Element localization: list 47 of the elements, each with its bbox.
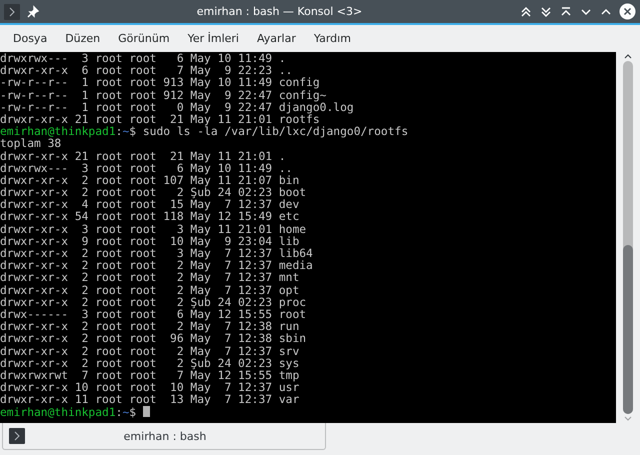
scrollbar-thumb[interactable] — [623, 244, 633, 414]
terminal-icon — [9, 428, 25, 444]
close-icon[interactable] — [619, 3, 636, 20]
terminal-line: drwxr-xr-x 2 root root 2 May 7 12:37 mnt — [0, 272, 300, 285]
terminal-line: -rw-r--r-- 1 root root 912 May 9 22:47 config~ — [0, 90, 328, 102]
terminal-line: drwxr-xr-x 10 root root 10 May 7 12:37 usr — [0, 382, 300, 394]
terminal[interactable] — [0, 52, 616, 423]
menu-item[interactable]: Görünüm — [109, 32, 179, 45]
terminal-line: drwxrwxrwt 7 root root 7 May 12 15:55 tmp — [0, 370, 300, 382]
terminal-line: drwxr-xr-x 54 root root 118 May 12 15:49 etc — [0, 211, 300, 224]
terminal-line: drwxr-xr-x 2 root root 107 May 11 21:07 bin — [0, 174, 300, 187]
window-title: emirhan : bash — Konsol <3> — [196, 5, 364, 18]
pin-icon[interactable] — [26, 4, 40, 18]
prompt-line: emirhan@thinkpad1:~$ sudo ls -la /var/lib/lxc/django0/rootfs — [0, 126, 410, 138]
terminal-line: drwxr-xr-x 3 root root 3 May 11 21:01 home — [0, 224, 308, 236]
terminal-line: drwxrwx--- 3 root root 6 May 10 11:49 .. — [0, 162, 294, 175]
terminal-line: drwxr-xr-x 2 root root 2 May 7 12:37 opt — [0, 284, 300, 297]
menu-item[interactable]: Düzen — [56, 32, 110, 45]
terminal-line: drwxr-xr-x 4 root root 15 May 7 12:37 dev — [0, 199, 300, 212]
terminal-line: drwxr-xr-x 21 root root 21 May 11 21:01 rootfs — [0, 114, 320, 126]
keep-below-icon[interactable] — [539, 4, 553, 18]
terminal-line: drwxr-xr-x 9 root root 10 May 9 23:04 lib — [0, 236, 300, 248]
terminal-line: toplam 38 — [0, 138, 62, 150]
terminal-line: drwxr-xr-x 2 root root 2 May 7 12:37 media — [0, 260, 314, 272]
menu-item[interactable]: Yer İmleri — [178, 32, 248, 45]
terminal-line: -rw-r--r-- 1 root root 0 May 9 22:47 django0.log — [0, 102, 355, 114]
terminal-line: drwxr-xr-x 6 root root 7 May 9 22:23 .. — [0, 65, 292, 78]
terminal-line: drwx------ 3 root root 6 May 12 15:55 root — [0, 308, 308, 321]
prompt-line: emirhan@thinkpad1:~$ — [0, 406, 616, 419]
terminal-line: drwxrwx--- 3 root root 6 May 10 11:49 . — [0, 53, 287, 65]
terminal-line: drwxr-xr-x 2 root root 2 Şub 24 02:23 boot — [0, 187, 308, 200]
terminal-line: drwxr-xr-x 21 root root 21 May 11 21:01 . — [0, 150, 287, 162]
menu-item[interactable]: Yardım — [304, 32, 360, 45]
terminal-line: drwxr-xr-x 2 root root 2 Şub 24 02:23 proc — [0, 296, 308, 309]
keep-above-icon[interactable] — [519, 4, 533, 18]
terminal-line: drwxr-xr-x 2 root root 96 May 7 12:38 sbin — [0, 333, 308, 346]
tab[interactable]: emirhan : bash — [2, 423, 326, 450]
terminal-line: drwxr-xr-x 2 root root 3 May 7 12:37 lib64 — [0, 248, 314, 260]
scroll-up-icon[interactable] — [624, 54, 632, 59]
terminal-line: drwxr-xr-x 2 root root 2 May 7 12:37 srv — [0, 346, 300, 358]
terminal-line: drwxr-xr-x 2 root root 2 Şub 24 02:23 sys — [0, 358, 300, 370]
terminal-line: drwxr-xr-x 11 root root 13 May 7 12:37 var — [0, 394, 300, 406]
terminal-icon — [4, 4, 20, 20]
menu-item[interactable]: Ayarlar — [248, 32, 305, 45]
terminal-line: drwxr-xr-x 2 root root 2 May 7 12:38 run — [0, 321, 300, 334]
menu-item[interactable]: Dosya — [4, 32, 56, 45]
terminal-line: -rw-r--r-- 1 root root 913 May 10 11:49 config — [0, 77, 321, 90]
